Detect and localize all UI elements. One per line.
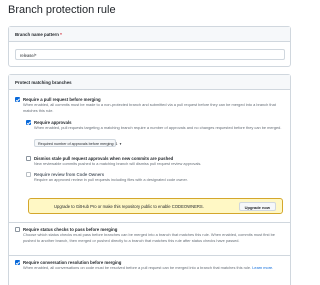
protect-branches-section: Protect matching branches Require a pull… (8, 74, 291, 285)
code-owners-label: Require review from Code Owners (34, 171, 105, 177)
conversation-resolution-checkbox[interactable] (15, 260, 20, 265)
upgrade-now-button[interactable]: Upgrade now (238, 202, 276, 211)
branch-pattern-header: Branch name pattern * (9, 27, 290, 42)
dismiss-stale-label: Dismiss stale pull request approvals whe… (34, 155, 174, 161)
protect-branches-header: Protect matching branches (9, 75, 290, 90)
require-pr-checkbox[interactable] (15, 97, 20, 102)
learn-more-link[interactable]: Learn more. (252, 265, 273, 270)
status-checks-label: Require status checks to pass before mer… (23, 226, 118, 232)
require-approvals-description: When enabled, pull requests targeting a … (34, 125, 282, 130)
conversation-resolution-text: When enabled, all conversations on code … (23, 265, 252, 270)
page-title: Branch protection rule (8, 4, 116, 16)
require-pr-label: Require a pull request before merging (23, 96, 101, 102)
status-checks-checkbox[interactable] (15, 227, 20, 232)
branch-pattern-section: Branch name pattern * release/* (8, 26, 291, 67)
section-divider (9, 255, 290, 256)
chevron-down-icon: ▾ (119, 141, 122, 146)
code-owners-checkbox[interactable] (26, 172, 31, 177)
require-pr-description: When enabled, all commits must be made t… (23, 102, 276, 113)
required-mark: * (60, 32, 62, 37)
dismiss-stale-checkbox[interactable] (26, 156, 31, 161)
status-checks-description: Choose which status checks must pass bef… (23, 232, 275, 243)
section-divider (9, 222, 290, 223)
conversation-resolution-description: When enabled, all conversations on code … (23, 265, 285, 271)
require-approvals-label: Require approvals (34, 119, 72, 125)
upgrade-banner: Upgrade to GitHub Pro or make this repos… (28, 198, 283, 214)
conversation-resolution-label: Require conversation resolution before m… (23, 259, 122, 265)
approvals-count-value: Required number of approvals before merg… (38, 141, 118, 146)
branch-pattern-label: Branch name pattern (15, 32, 59, 37)
upgrade-text: Upgrade to GitHub Pro or make this repos… (54, 204, 204, 209)
dismiss-stale-description: New reviewable commits pushed to a match… (34, 161, 202, 166)
require-approvals-checkbox[interactable] (26, 120, 31, 125)
code-owners-description: Require an approved review in pull reque… (34, 177, 188, 182)
approvals-count-select[interactable]: Required number of approvals before merg… (34, 139, 121, 147)
branch-pattern-input[interactable]: release/* (15, 49, 285, 60)
